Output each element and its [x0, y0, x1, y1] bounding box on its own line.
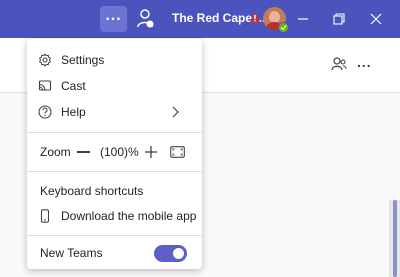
chevron-right-icon — [172, 106, 179, 118]
menu-item-settings[interactable]: Settings — [27, 47, 202, 73]
close-icon[interactable] — [369, 12, 383, 26]
fit-to-screen-icon[interactable] — [170, 146, 185, 158]
more-icon: ... — [105, 7, 122, 24]
zoom-row: Zoom (100)% — [27, 139, 202, 165]
menu-item-cast[interactable]: Cast — [27, 73, 202, 99]
mobile-phone-icon — [40, 209, 50, 223]
participants-icon[interactable] — [331, 56, 347, 72]
zoom-in-icon[interactable] — [144, 145, 158, 159]
toggle-knob — [173, 247, 184, 259]
help-icon — [38, 105, 52, 119]
menu-item-label: Download the mobile app — [61, 209, 197, 223]
menu-item-new-teams: New Teams — [27, 240, 202, 266]
menu-item-keyboard-shortcuts[interactable]: Keyboard shortcuts — [27, 178, 202, 204]
more-options-button[interactable]: ... — [100, 6, 127, 32]
more-options-menu: Settings Cast Help Zoom (100)% Keyboard … — [27, 39, 202, 269]
menu-item-label: Cast — [61, 79, 86, 93]
menu-item-help[interactable]: Help — [27, 99, 202, 125]
menu-item-label: Keyboard shortcuts — [40, 184, 144, 198]
menu-item-label: Help — [61, 105, 86, 119]
zoom-out-icon[interactable] — [77, 151, 90, 153]
menu-item-download-mobile[interactable]: Download the mobile app — [27, 203, 202, 229]
scrollbar[interactable] — [389, 200, 400, 277]
cast-icon — [38, 80, 52, 91]
minimize-icon[interactable] — [296, 12, 310, 26]
content-more-button[interactable]: ... — [357, 54, 372, 70]
zoom-value: (100)% — [100, 145, 139, 159]
gear-icon — [38, 53, 52, 67]
menu-divider — [27, 171, 202, 172]
menu-item-label: Settings — [61, 53, 105, 67]
new-teams-toggle[interactable] — [154, 244, 187, 262]
menu-divider — [27, 235, 202, 236]
people-settings-icon[interactable] — [137, 9, 155, 29]
menu-divider — [27, 132, 202, 133]
warning-icon[interactable] — [249, 11, 261, 23]
menu-item-label: New Teams — [40, 246, 103, 260]
presence-available-icon — [278, 22, 289, 33]
scrollbar-thumb[interactable] — [393, 200, 397, 277]
restore-icon[interactable] — [332, 12, 346, 26]
zoom-label: Zoom — [40, 145, 71, 159]
